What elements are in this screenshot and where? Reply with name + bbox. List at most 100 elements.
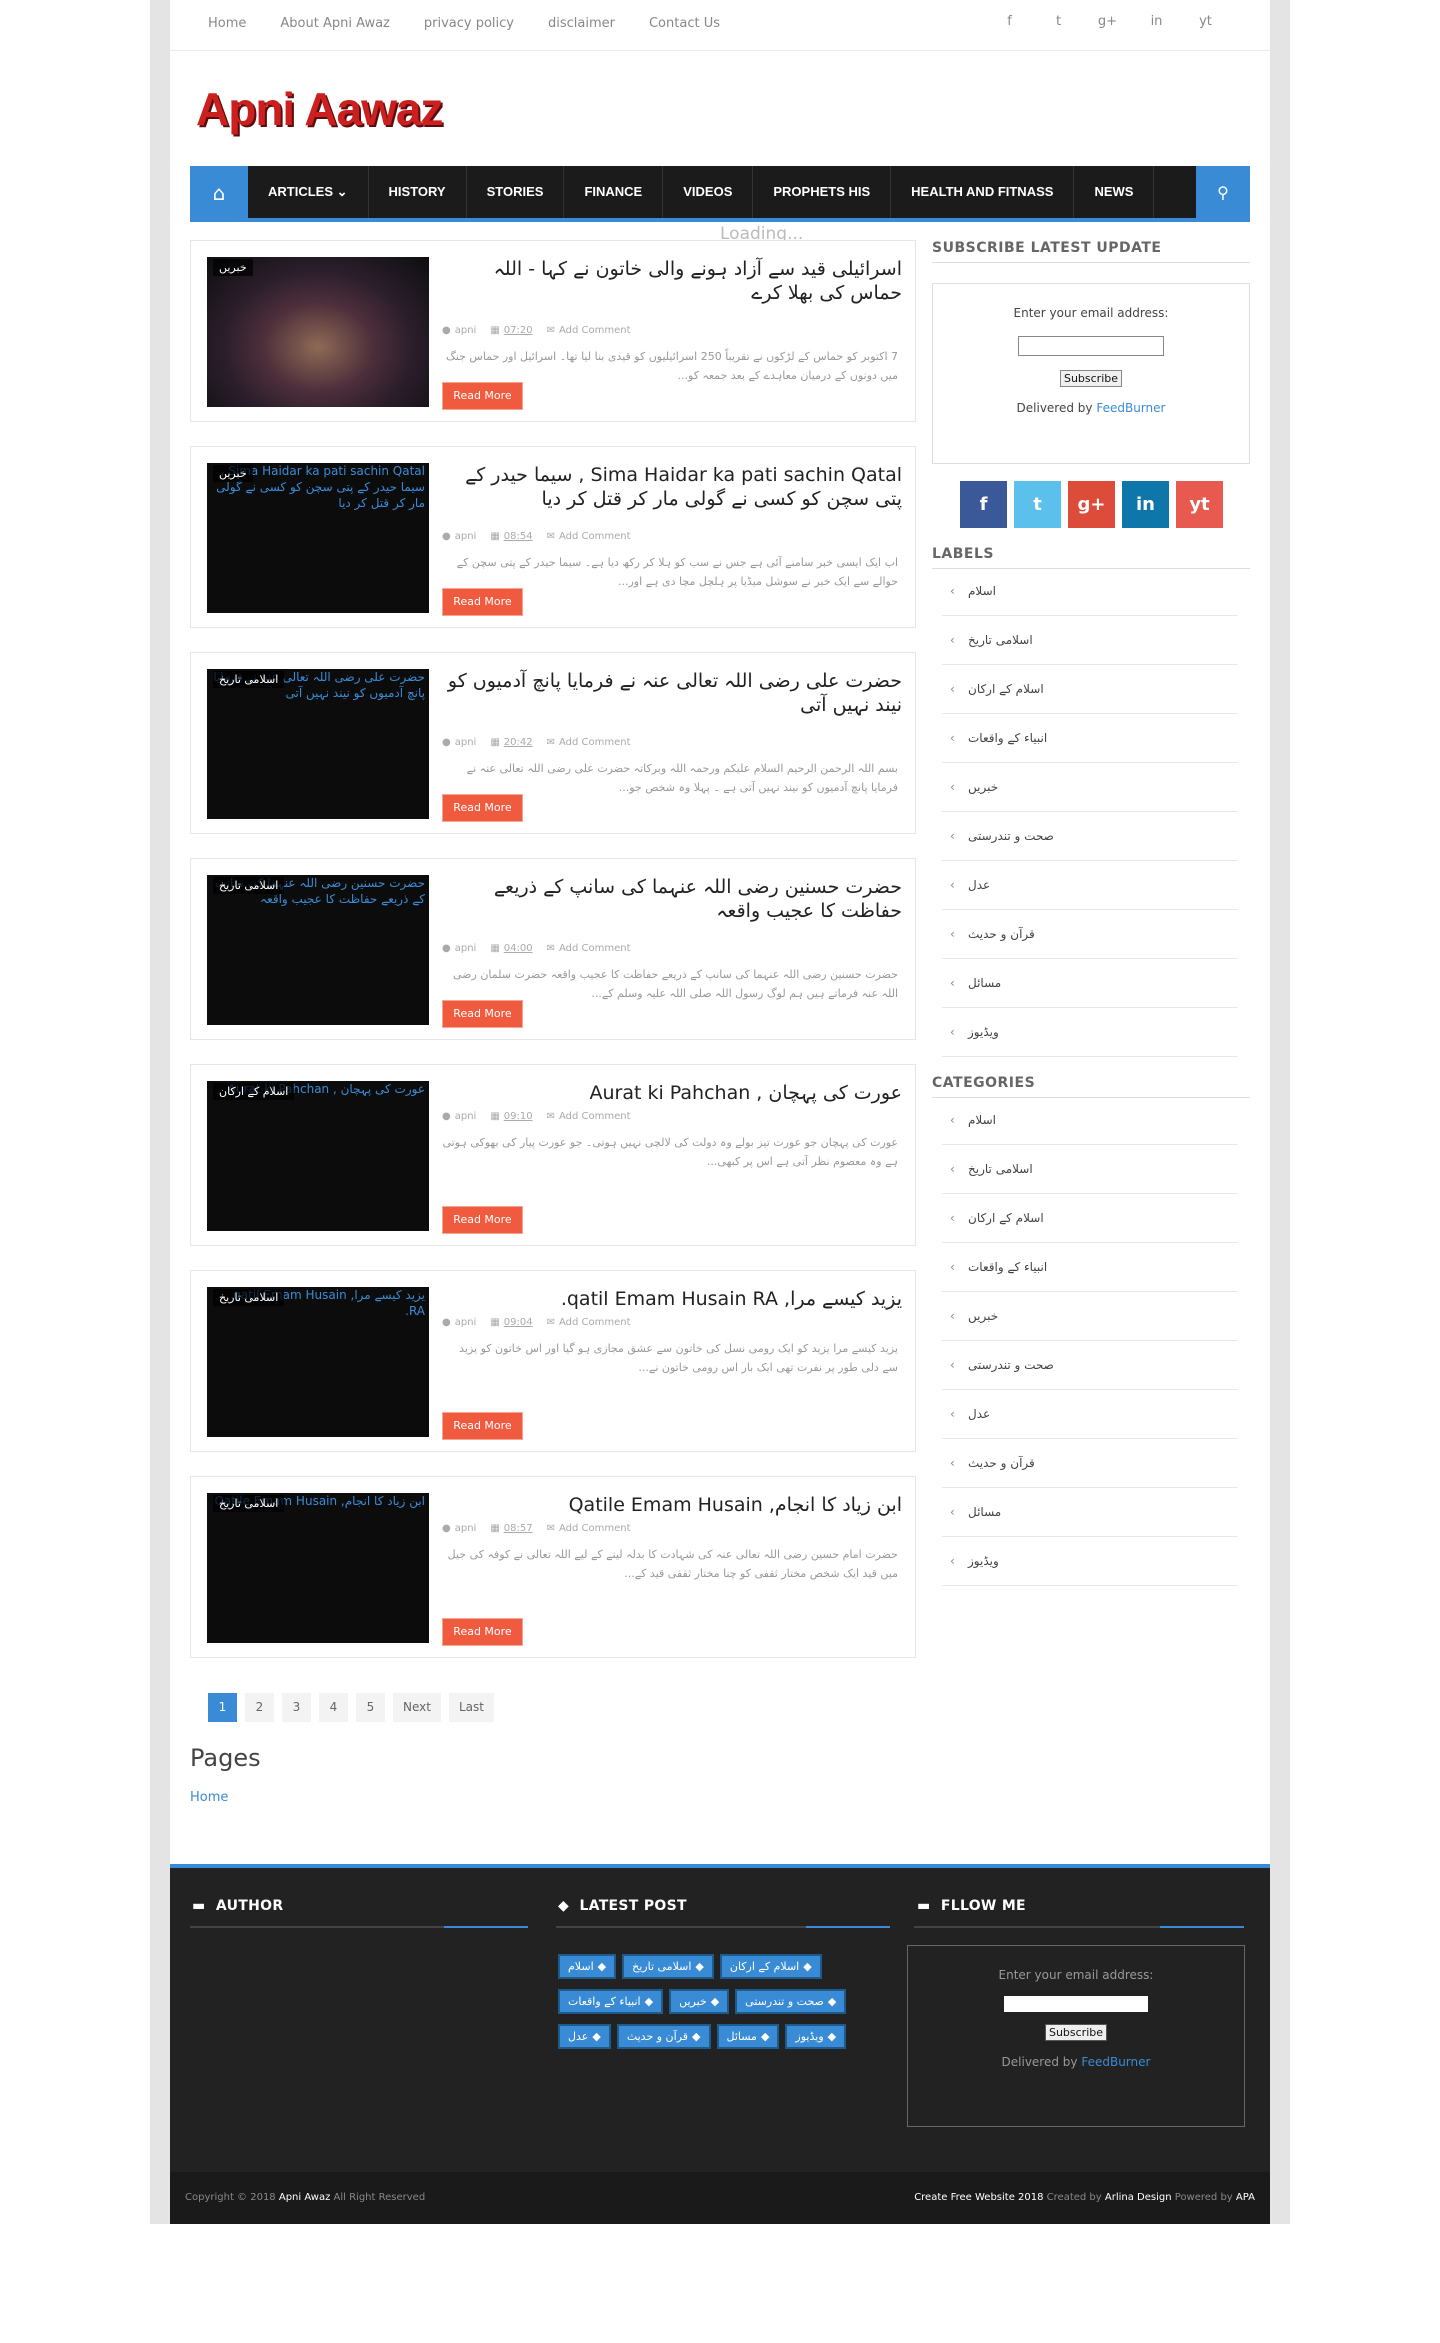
footer-feedburner-link[interactable]: FeedBurner [1081,2055,1150,2069]
footer-subscribe-button[interactable]: Subscribe [1044,2024,1108,2041]
label-item[interactable]: ویڈیوز [942,1008,1238,1057]
linkedin-icon[interactable]: in [1132,14,1181,29]
footer-email-field[interactable] [1004,1996,1148,2012]
post-comments[interactable]: Add Comment [559,1317,631,1328]
post-thumbnail[interactable]: Sima Haidar ka pati sachin Qatal , سیما … [207,463,429,613]
home-icon[interactable]: ⌂ [190,166,248,222]
post-thumbnail[interactable]: ابن زیاد کا انجام, Qatile Emam Husainاسل… [207,1493,429,1643]
google-plus-icon[interactable]: g+ [1068,481,1115,528]
read-more-button[interactable]: Read More [442,1412,523,1440]
footer-tag[interactable]: ◆ویڈیوز [785,2024,847,2049]
read-more-button[interactable]: Read More [442,588,523,616]
post-time[interactable]: 04:00 [504,943,533,954]
footer-tag[interactable]: ◆اسلام [558,1954,617,1979]
label-item[interactable]: اسلام [942,567,1238,616]
nav-item-stories[interactable]: STORIES [467,166,565,218]
category-item[interactable]: انبیاء کے واقعات [942,1243,1238,1292]
post-time[interactable]: 08:57 [504,1523,533,1534]
top-link-about[interactable]: About Apni Awaz [280,16,389,31]
footer-tag[interactable]: ◆صحت و تندرستی [735,1989,847,2014]
label-item[interactable]: قرآن و حدیث [942,910,1238,959]
post-title[interactable]: اسرائیلی قید سے آزاد ہونے والی خاتون نے … [442,257,902,305]
label-item[interactable]: عدل [942,861,1238,910]
post-category-tag[interactable]: اسلامی تاریخ [213,1289,285,1306]
search-icon[interactable]: ⚲ [1196,166,1250,222]
post-author[interactable]: apni [455,1523,477,1534]
post-thumbnail[interactable]: یزید کیسے مرا, qatil Emam Husain RA. اسلا… [207,1287,429,1437]
top-link-home[interactable]: Home [208,16,246,31]
page-5[interactable]: 5 [356,1693,385,1722]
nav-item-articles[interactable]: ARTICLES ⌄ [248,166,369,218]
post-author[interactable]: apni [455,943,477,954]
post-time[interactable]: 09:04 [504,1317,533,1328]
post-comments[interactable]: Add Comment [559,943,631,954]
facebook-icon[interactable]: f [985,14,1034,29]
label-item[interactable]: صحت و تندرستی [942,812,1238,861]
post-time[interactable]: 07:20 [504,325,533,336]
read-more-button[interactable]: Read More [442,1618,523,1646]
post-author[interactable]: apni [455,737,477,748]
post-title[interactable]: ابن زیاد کا انجام, Qatile Emam Husain [442,1493,902,1517]
email-field[interactable] [1018,336,1164,356]
post-title[interactable]: عورت کی پہچان , Aurat ki Pahchan [442,1081,902,1105]
post-title[interactable]: حضرت حسنین رضی اللہ عنہما کی سانپ کے ذری… [442,875,902,923]
footer-tag[interactable]: ◆انبیاء کے واقعات [558,1989,664,2014]
category-item[interactable]: اسلامی تاریخ [942,1145,1238,1194]
post-comments[interactable]: Add Comment [559,1111,631,1122]
read-more-button[interactable]: Read More [442,794,523,822]
page-next[interactable]: Next [393,1693,441,1722]
post-time[interactable]: 08:54 [504,531,533,542]
category-item[interactable]: اسلام کے ارکان [942,1194,1238,1243]
read-more-button[interactable]: Read More [442,382,523,410]
label-item[interactable]: مسائل [942,959,1238,1008]
page-1[interactable]: 1 [208,1693,237,1722]
post-category-tag[interactable]: اسلامی تاریخ [213,1495,285,1512]
post-author[interactable]: apni [455,325,477,336]
category-item[interactable]: ویڈیوز [942,1537,1238,1586]
pages-home-link[interactable]: Home [190,1790,228,1805]
footer-tag[interactable]: ◆خبریں [669,1989,730,2014]
create-link[interactable]: Create Free Website 2018 [914,2192,1043,2203]
post-comments[interactable]: Add Comment [559,1523,631,1534]
post-time[interactable]: 20:42 [504,737,533,748]
post-category-tag[interactable]: خبریں [213,465,253,482]
post-thumbnail[interactable]: خبریں [207,257,429,407]
category-item[interactable]: صحت و تندرستی [942,1341,1238,1390]
nav-item-finance[interactable]: FINANCE [564,166,664,218]
page-2[interactable]: 2 [245,1693,274,1722]
post-thumbnail[interactable]: حضرت حسنین رضی اللہ عنہما کی سانپ کے ذری… [207,875,429,1025]
post-category-tag[interactable]: اسلامی تاریخ [213,877,285,894]
category-item[interactable]: اسلام [942,1096,1238,1145]
post-title[interactable]: یزید کیسے مرا, qatil Emam Husain RA. [442,1287,902,1311]
nav-item-videos[interactable]: VIDEOS [663,166,754,218]
google-plus-icon[interactable]: g+ [1083,14,1132,29]
feedburner-link[interactable]: FeedBurner [1096,401,1165,415]
category-item[interactable]: خبریں [942,1292,1238,1341]
linkedin-icon[interactable]: in [1122,481,1169,528]
category-item[interactable]: مسائل [942,1488,1238,1537]
label-item[interactable]: اسلامی تاریخ [942,616,1238,665]
post-time[interactable]: 09:10 [504,1111,533,1122]
nav-item-prophets[interactable]: PROPHETS HIS [753,166,892,218]
youtube-icon[interactable]: yt [1181,14,1230,29]
top-link-privacy[interactable]: privacy policy [424,16,514,31]
youtube-icon[interactable]: yt [1176,481,1223,528]
category-item[interactable]: عدل [942,1390,1238,1439]
read-more-button[interactable]: Read More [442,1206,523,1234]
top-link-disclaimer[interactable]: disclaimer [548,16,615,31]
post-thumbnail[interactable]: عورت کی پہچان , Aurat ki Pahchanاسلام کے… [207,1081,429,1231]
post-title[interactable]: حضرت علی رضی اللہ تعالی عنہ نے فرمایا پا… [442,669,902,717]
design-link[interactable]: Arlina Design [1105,2192,1172,2203]
twitter-icon[interactable]: t [1014,481,1061,528]
site-logo[interactable]: Apni Aawaz [196,82,443,136]
page-3[interactable]: 3 [282,1693,311,1722]
post-author[interactable]: apni [455,531,477,542]
nav-item-history[interactable]: HISTORY [369,166,467,218]
copyright-site-link[interactable]: Apni Awaz [279,2192,330,2203]
footer-tag[interactable]: ◆اسلام کے ارکان [719,1954,822,1979]
apa-link[interactable]: APA [1236,2192,1255,2203]
nav-item-health[interactable]: HEALTH AND FITNASS [891,166,1075,218]
footer-tag[interactable]: ◆قرآن و حدیث [616,2024,711,2049]
post-category-tag[interactable]: خبریں [213,259,253,276]
post-author[interactable]: apni [455,1317,477,1328]
